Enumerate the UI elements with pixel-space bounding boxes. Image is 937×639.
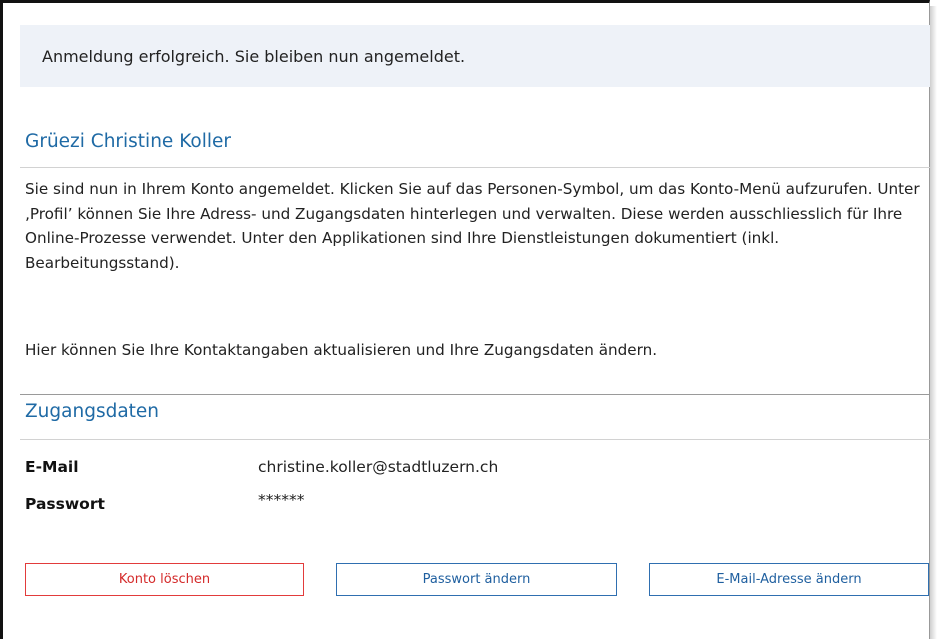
delete-account-button[interactable]: Konto löschen <box>25 563 304 596</box>
success-notice: Anmeldung erfolgreich. Sie bleiben nun a… <box>20 25 930 87</box>
password-label: Passwort <box>25 495 105 513</box>
credentials-top-divider <box>20 394 930 395</box>
panel-shadow <box>930 6 937 639</box>
email-value: christine.koller@stadtluzern.ch <box>258 458 499 476</box>
account-hint-text: Hier können Sie Ihre Kontaktangaben aktu… <box>25 341 658 359</box>
email-label: E-Mail <box>25 458 79 476</box>
account-panel <box>0 0 930 639</box>
success-notice-text: Anmeldung erfolgreich. Sie bleiben nun a… <box>42 46 466 66</box>
account-intro-text: Sie sind nun in Ihrem Konto angemeldet. … <box>25 180 920 272</box>
change-email-button[interactable]: E-Mail-Adresse ändern <box>649 563 929 596</box>
greeting-heading: Grüezi Christine Koller <box>25 131 231 152</box>
password-value: ****** <box>258 491 305 509</box>
change-password-button[interactable]: Passwort ändern <box>336 563 617 596</box>
credentials-divider <box>20 439 930 440</box>
credentials-heading: Zugangsdaten <box>25 401 160 422</box>
greeting-divider <box>20 167 930 168</box>
